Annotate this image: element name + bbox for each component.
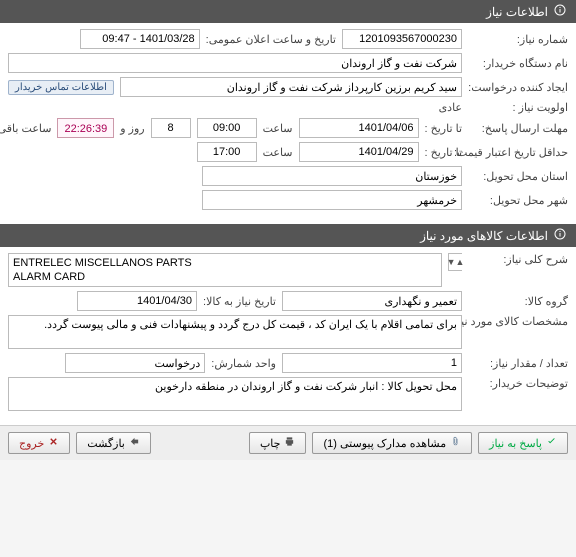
attachments-button[interactable]: مشاهده مدارک پیوستی (1) [312, 432, 472, 454]
countdown-timer: 22:26:39 [57, 118, 114, 138]
panel-title: اطلاعات کالاهای مورد نیاز [420, 229, 548, 243]
panel-title: اطلاعات نیاز [486, 5, 548, 19]
back-button-label: بازگشت [87, 437, 125, 450]
info-icon [554, 228, 566, 243]
attachments-button-label: مشاهده مدارک پیوستی (1) [323, 437, 446, 450]
panel-header-need-info: اطلاعات نیاز [0, 0, 576, 23]
label-hour-1: ساعت [263, 122, 293, 135]
exit-button[interactable]: خروج [8, 432, 70, 454]
label-priority: اولویت نیاز : [468, 101, 568, 114]
goods-spec-field[interactable] [8, 315, 462, 349]
back-icon [129, 436, 140, 450]
reply-time-field[interactable] [197, 118, 257, 138]
label-goods-group: گروه کالا: [468, 295, 568, 308]
reply-button[interactable]: پاسخ به نیاز [478, 432, 568, 454]
print-button[interactable]: چاپ [249, 432, 307, 454]
need-number-field[interactable] [342, 29, 462, 49]
label-hour-2: ساعت [263, 146, 293, 159]
priority-value: عادی [439, 101, 462, 114]
print-button-label: چاپ [260, 437, 281, 450]
city-field[interactable] [202, 190, 462, 210]
quote-date-field[interactable] [299, 142, 419, 162]
label-to-date-2: تا تاریخ : [425, 146, 462, 159]
label-province: استان محل تحویل: [468, 170, 568, 183]
label-announce-dt: تاریخ و ساعت اعلان عمومی: [206, 33, 336, 46]
label-requester: ایجاد کننده درخواست: [468, 81, 568, 94]
quote-time-field[interactable] [197, 142, 257, 162]
label-city: شهر محل تحویل: [468, 194, 568, 207]
announce-datetime-field[interactable] [80, 29, 200, 49]
label-need-goods-date: تاریخ نیاز به کالا: [203, 295, 276, 308]
label-days-and: روز و [120, 122, 144, 135]
back-button[interactable]: بازگشت [76, 432, 151, 454]
buyer-notes-field[interactable] [8, 377, 462, 411]
reply-button-label: پاسخ به نیاز [489, 437, 542, 450]
need-desc-field[interactable] [8, 253, 442, 287]
panel-header-goods-info: اطلاعات کالاهای مورد نیاز [0, 224, 576, 247]
check-icon [546, 436, 557, 450]
exit-button-label: خروج [19, 437, 44, 450]
qty-field[interactable] [282, 353, 462, 373]
label-quote-validity: حداقل تاریخ اعتبار قیمت: [468, 146, 568, 159]
need-goods-date-field[interactable] [77, 291, 197, 311]
buyer-org-field[interactable] [8, 53, 462, 73]
label-hours-remain: ساعت باقی مانده [0, 122, 51, 135]
label-buyer-notes: توضیحات خریدار: [468, 377, 568, 390]
label-to-date-1: تا تاریخ : [425, 122, 462, 135]
count-unit-field[interactable] [65, 353, 205, 373]
label-buyer-org: نام دستگاه خریدار: [468, 57, 568, 70]
days-remaining-field[interactable] [151, 118, 191, 138]
label-goods-spec: مشخصات کالای مورد نیاز: [468, 315, 568, 328]
label-count-unit: واحد شمارش: [211, 357, 276, 370]
label-reply-deadline: مهلت ارسال پاسخ: [468, 122, 568, 135]
label-qty: تعداد / مقدار نیاز: [468, 357, 568, 370]
close-icon [48, 436, 59, 450]
button-bar: پاسخ به نیاز مشاهده مدارک پیوستی (1) چاپ… [0, 425, 576, 460]
attachment-icon [450, 436, 461, 450]
print-icon [284, 436, 295, 450]
province-field[interactable] [202, 166, 462, 186]
label-need-no: شماره نیاز: [468, 33, 568, 46]
requester-field[interactable] [120, 77, 462, 97]
goods-group-field[interactable] [282, 291, 462, 311]
buyer-contact-link[interactable]: اطلاعات تماس خریدار [8, 80, 114, 95]
label-need-desc: شرح کلی نیاز: [468, 253, 568, 266]
reply-date-field[interactable] [299, 118, 419, 138]
info-icon [554, 4, 566, 19]
expand-icon[interactable]: ▲▼ [448, 253, 462, 271]
